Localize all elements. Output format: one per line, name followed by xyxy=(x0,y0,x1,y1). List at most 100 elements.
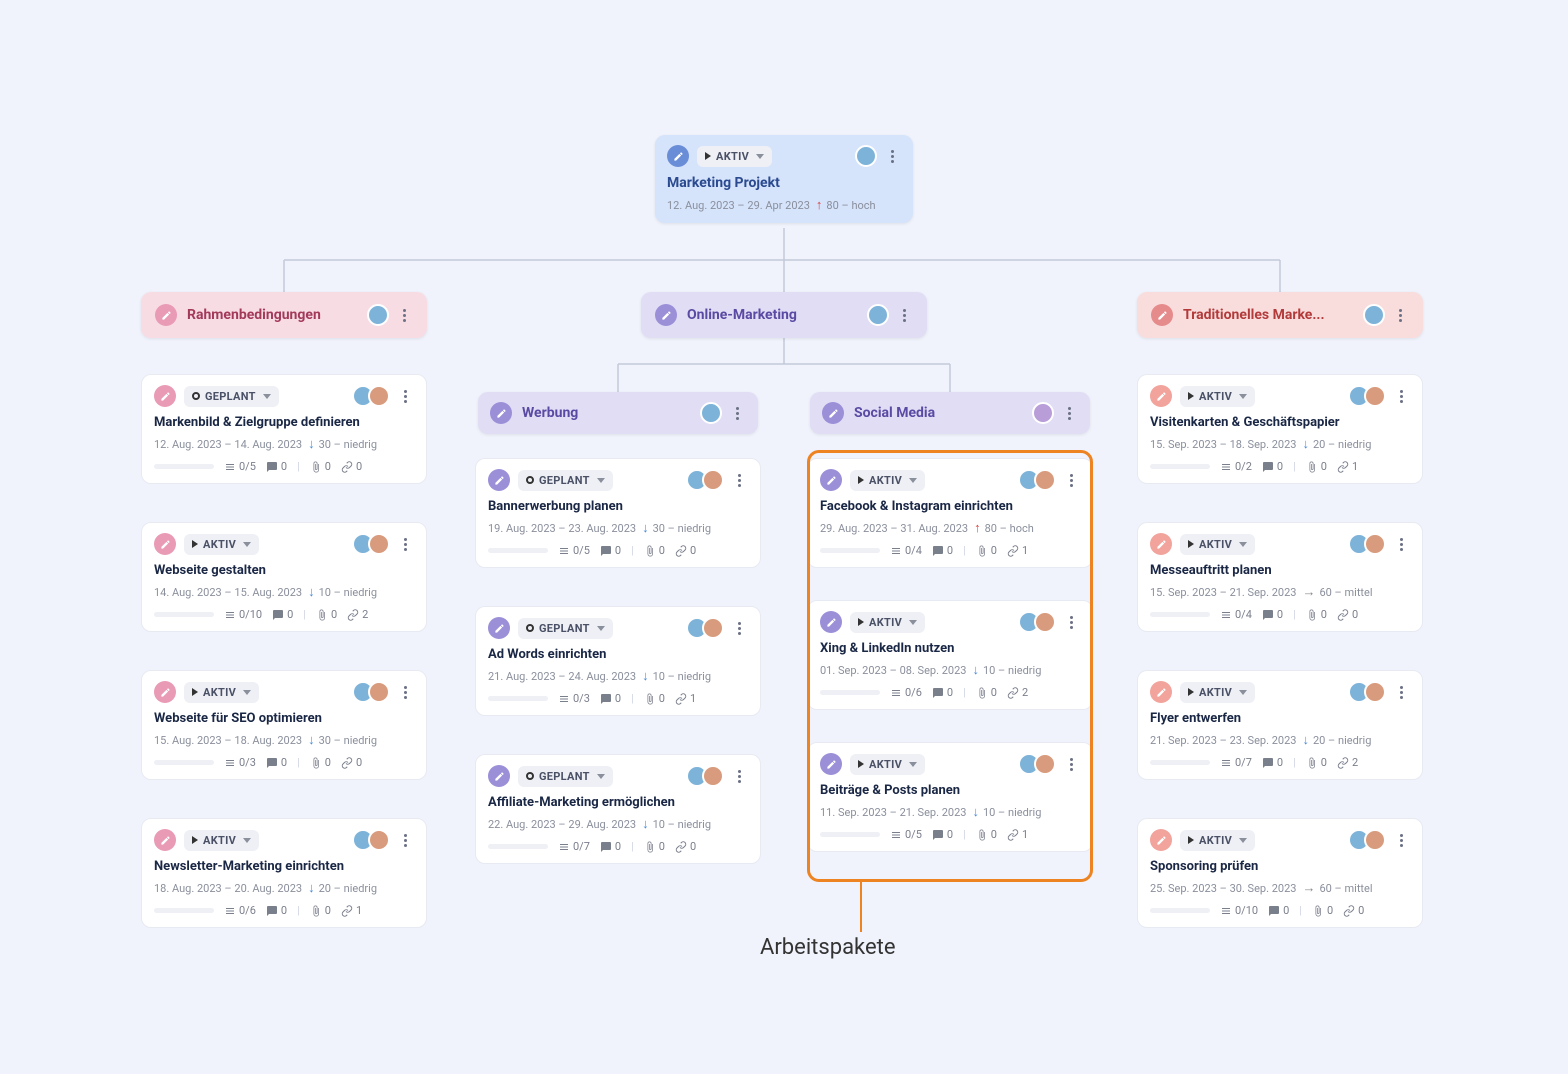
more-icon[interactable] xyxy=(396,834,414,847)
more-icon[interactable] xyxy=(1062,474,1080,487)
edit-icon[interactable] xyxy=(154,681,176,703)
task-card[interactable]: AKTIV Sponsoring prüfen 25. Sep. 2023 – … xyxy=(1137,818,1423,928)
status-pill[interactable]: AKTIV xyxy=(850,754,925,775)
task-card[interactable]: GEPLANT Affiliate-Marketing ermöglichen … xyxy=(475,754,761,864)
edit-icon[interactable] xyxy=(154,829,176,851)
edit-icon[interactable] xyxy=(655,304,677,326)
status-pill[interactable]: AKTIV xyxy=(184,682,259,703)
task-card[interactable]: GEPLANT Ad Words einrichten 21. Aug. 202… xyxy=(475,606,761,716)
avatars[interactable] xyxy=(352,533,390,555)
status-pill[interactable]: AKTIV xyxy=(850,470,925,491)
task-card[interactable]: AKTIV Messeauftritt planen 15. Sep. 2023… xyxy=(1137,522,1423,632)
status-pill[interactable]: GEPLANT xyxy=(518,618,613,639)
progress-bar xyxy=(488,844,548,849)
status-pill[interactable]: AKTIV xyxy=(1180,682,1255,703)
avatars[interactable] xyxy=(686,617,724,639)
avatars[interactable] xyxy=(855,145,877,167)
avatars[interactable] xyxy=(867,304,889,326)
status-pill[interactable]: AKTIV xyxy=(184,534,259,555)
edit-icon[interactable] xyxy=(490,402,512,424)
status-pill[interactable]: GEPLANT xyxy=(518,470,613,491)
more-icon[interactable] xyxy=(1062,616,1080,629)
edit-icon[interactable] xyxy=(820,753,842,775)
avatars[interactable] xyxy=(1032,402,1054,424)
avatars[interactable] xyxy=(1018,469,1056,491)
avatars[interactable] xyxy=(352,385,390,407)
date-range: 15. Sep. 2023 – 21. Sep. 2023 xyxy=(1150,586,1296,599)
more-icon[interactable] xyxy=(396,686,414,699)
task-card[interactable]: GEPLANT Markenbild & Zielgruppe definier… xyxy=(141,374,427,484)
edit-icon[interactable] xyxy=(1150,681,1172,703)
status-pill[interactable]: AKTIV xyxy=(184,830,259,851)
edit-icon[interactable] xyxy=(488,617,510,639)
more-icon[interactable] xyxy=(1392,390,1410,403)
avatars[interactable] xyxy=(352,681,390,703)
edit-icon[interactable] xyxy=(1150,385,1172,407)
avatars[interactable] xyxy=(352,829,390,851)
status-pill[interactable]: AKTIV xyxy=(1180,386,1255,407)
more-icon[interactable] xyxy=(395,309,413,322)
avatars[interactable] xyxy=(700,402,722,424)
edit-icon[interactable] xyxy=(820,469,842,491)
more-icon[interactable] xyxy=(396,538,414,551)
edit-icon[interactable] xyxy=(154,385,176,407)
links-count: 0 xyxy=(675,840,696,853)
priority-text: 20 – niedrig xyxy=(1313,734,1371,747)
avatars[interactable] xyxy=(1018,611,1056,633)
task-card[interactable]: AKTIV Flyer entwerfen 21. Sep. 2023 – 23… xyxy=(1137,670,1423,780)
more-icon[interactable] xyxy=(728,407,746,420)
more-icon[interactable] xyxy=(1392,834,1410,847)
avatars[interactable] xyxy=(1363,304,1385,326)
more-icon[interactable] xyxy=(1391,309,1409,322)
edit-icon[interactable] xyxy=(1150,533,1172,555)
avatars[interactable] xyxy=(686,469,724,491)
priority-arrow-icon: ↑ xyxy=(974,520,981,536)
play-icon xyxy=(858,760,864,768)
comments-count: 0 xyxy=(1268,904,1289,917)
more-icon[interactable] xyxy=(895,309,913,322)
avatars[interactable] xyxy=(1348,533,1386,555)
task-card[interactable]: GEPLANT Bannerwerbung planen 19. Aug. 20… xyxy=(475,458,761,568)
status-pill[interactable]: AKTIV xyxy=(1180,534,1255,555)
status-pill[interactable]: AKTIV xyxy=(697,146,772,167)
more-icon[interactable] xyxy=(730,474,748,487)
edit-icon[interactable] xyxy=(822,402,844,424)
task-card[interactable]: AKTIV Newsletter-Marketing einrichten 18… xyxy=(141,818,427,928)
more-icon[interactable] xyxy=(1062,758,1080,771)
status-pill[interactable]: AKTIV xyxy=(1180,830,1255,851)
avatars[interactable] xyxy=(367,304,389,326)
avatars[interactable] xyxy=(1348,829,1386,851)
edit-icon[interactable] xyxy=(155,304,177,326)
card-title: Ad Words einrichten xyxy=(488,647,748,662)
status-pill[interactable]: GEPLANT xyxy=(184,386,279,407)
edit-icon[interactable] xyxy=(1151,304,1173,326)
task-card[interactable]: AKTIV Xing & LinkedIn nutzen 01. Sep. 20… xyxy=(807,600,1093,710)
edit-icon[interactable] xyxy=(154,533,176,555)
task-card[interactable]: AKTIV Webseite gestalten 14. Aug. 2023 –… xyxy=(141,522,427,632)
more-icon[interactable] xyxy=(1060,407,1078,420)
task-card[interactable]: AKTIV Webseite für SEO optimieren 15. Au… xyxy=(141,670,427,780)
more-icon[interactable] xyxy=(1392,686,1410,699)
priority-text: 30 – niedrig xyxy=(653,522,711,535)
more-icon[interactable] xyxy=(730,622,748,635)
avatars[interactable] xyxy=(1348,385,1386,407)
status-text: GEPLANT xyxy=(205,390,256,403)
avatars[interactable] xyxy=(1348,681,1386,703)
edit-icon[interactable] xyxy=(1150,829,1172,851)
edit-icon[interactable] xyxy=(820,611,842,633)
avatars[interactable] xyxy=(686,765,724,787)
status-pill[interactable]: AKTIV xyxy=(850,612,925,633)
task-card[interactable]: AKTIV Visitenkarten & Geschäftspapier 15… xyxy=(1137,374,1423,484)
avatars[interactable] xyxy=(1018,753,1056,775)
circle-icon xyxy=(526,624,534,632)
task-card[interactable]: AKTIV Beiträge & Posts planen 11. Sep. 2… xyxy=(807,742,1093,852)
more-icon[interactable] xyxy=(1392,538,1410,551)
more-icon[interactable] xyxy=(730,770,748,783)
status-pill[interactable]: GEPLANT xyxy=(518,766,613,787)
task-card[interactable]: AKTIV Facebook & Instagram einrichten 29… xyxy=(807,458,1093,568)
edit-icon[interactable] xyxy=(488,765,510,787)
edit-icon[interactable] xyxy=(488,469,510,491)
more-icon[interactable] xyxy=(396,390,414,403)
edit-icon[interactable] xyxy=(667,145,689,167)
more-icon[interactable] xyxy=(883,150,901,163)
